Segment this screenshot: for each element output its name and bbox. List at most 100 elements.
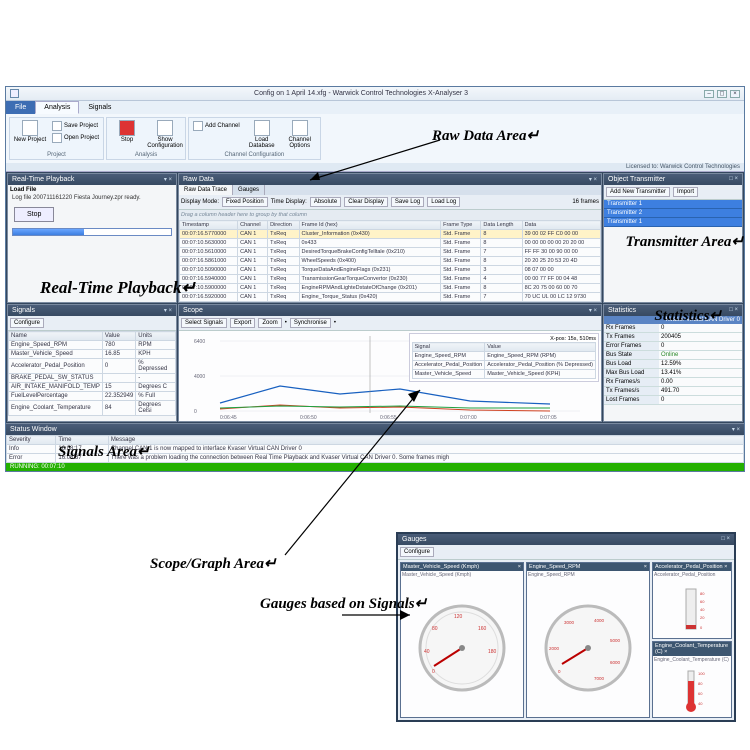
col-header[interactable]: Severity (7, 436, 56, 445)
panel-status: Status Window ▾ × SeverityTimeMessageInfo… (6, 423, 744, 471)
show-config-button[interactable]: Show Configuration (148, 120, 182, 149)
list-item[interactable]: Transmitter 1 (604, 200, 742, 209)
playback-progress[interactable] (12, 228, 172, 236)
col-header[interactable]: Frame Type (441, 221, 481, 230)
table-row[interactable]: Master_Vehicle_Speed16.85KPH (9, 350, 176, 359)
col-header[interactable]: Data Length (481, 221, 522, 230)
panel-close-icon[interactable]: ▾ × (732, 426, 740, 433)
table-row[interactable]: BRAKE_PEDAL_SW_STATUS- (9, 374, 176, 383)
gauge-sub: Master_Vehicle_Speed (Kmph) (401, 571, 523, 579)
stop-icon (119, 120, 135, 136)
panel-close-icon[interactable]: □ × (729, 307, 738, 314)
table-row[interactable]: Info16:08:17Channel CAN 1 is now mapped … (7, 445, 744, 454)
channel-options-button[interactable]: Channel Options (283, 120, 317, 149)
table-row[interactable]: Error16:08:37There was a problem loading… (7, 454, 744, 463)
list-item[interactable]: Transmitter 2 (604, 209, 742, 218)
tab-signals[interactable]: Signals (79, 101, 120, 114)
table-row[interactable]: Engine_Coolant_Temperature84Degrees Cels… (9, 401, 176, 416)
svg-text:6000: 6000 (610, 660, 621, 665)
panel-close-icon[interactable]: ▾ × (589, 307, 597, 314)
folder-icon (52, 133, 62, 143)
tab-analysis[interactable]: Analysis (35, 101, 79, 114)
table-row[interactable]: 00:07:10.5900000CAN 1TxReqEngineRPMAndLi… (180, 284, 601, 293)
svg-text:6400: 6400 (194, 339, 205, 345)
configure-button[interactable]: Configure (400, 547, 434, 557)
gauge-header[interactable]: Engine_Coolant_Temperature (C) × (653, 642, 731, 656)
col-header[interactable]: Channel (238, 221, 268, 230)
table-row[interactable]: 00:07:10.5610000CAN 1TxReqDesiredTorqueB… (180, 248, 601, 257)
zoom-button[interactable]: Zoom (258, 318, 281, 328)
panel-close-icon[interactable]: ▾ × (164, 176, 172, 183)
load-log-button[interactable]: Load Log (427, 197, 460, 207)
table-row[interactable]: 00:07:16.5920000CAN 1TxReqEngine_Torque_… (180, 293, 601, 302)
col-header[interactable]: Name (9, 332, 103, 341)
svg-text:180: 180 (488, 649, 497, 655)
group-hint[interactable]: Drag a column header here to group by th… (179, 210, 601, 220)
tab-file[interactable]: File (6, 101, 35, 114)
configure-button[interactable]: Configure (10, 318, 44, 328)
table-row[interactable]: Accelerator_Pedal_Position0% Depressed (9, 359, 176, 374)
col-header[interactable]: Data (522, 221, 600, 230)
tab-gauges[interactable]: Gauges (233, 185, 265, 195)
col-header[interactable]: Units (136, 332, 176, 341)
stop-button[interactable]: Stop (110, 120, 144, 143)
license-line: Licensed to: Warwick Control Technologie… (6, 163, 744, 171)
group-label: Analysis (107, 152, 185, 158)
gauge-header[interactable]: Accelerator_Pedal_Position × (653, 563, 731, 571)
col-header[interactable]: Direction (268, 221, 299, 230)
table-row[interactable]: Engine_Speed_RPM780RPM (9, 341, 176, 350)
frame-count: 16 frames (572, 199, 599, 205)
export-button[interactable]: Export (230, 318, 255, 328)
playback-message: Log file 200711161220 Fiesta Journey.zpr… (10, 193, 174, 203)
panel-close-icon[interactable]: □ × (729, 176, 738, 183)
panel-title: Raw Data (183, 176, 214, 183)
svg-text:0:07:00: 0:07:00 (460, 415, 477, 421)
time-display-select[interactable]: Absolute (310, 197, 341, 207)
display-mode-select[interactable]: Fixed Position (222, 197, 268, 207)
save-project-button[interactable]: Save Project (51, 120, 100, 132)
ribbon: File Analysis Signals New Project Save P… (6, 101, 744, 172)
document-icon (22, 120, 38, 136)
col-header[interactable]: Frame Id (hex) (299, 221, 441, 230)
clear-display-button[interactable]: Clear Display (344, 197, 388, 207)
new-project-button[interactable]: New Project (13, 120, 47, 143)
save-log-button[interactable]: Save Log (391, 197, 424, 207)
maximize-icon[interactable]: ◻ (717, 90, 727, 98)
import-button[interactable]: Import (673, 187, 698, 197)
gauge-header[interactable]: Engine_Speed_RPM × (527, 563, 649, 571)
gauge-header[interactable]: Master_Vehicle_Speed (Kmph) × (401, 563, 523, 571)
minimize-icon[interactable]: – (704, 90, 714, 98)
titlebar: Config on 1 April 14.xfg - Warwick Contr… (6, 87, 744, 101)
list-item[interactable]: Transmitter 1 (604, 218, 742, 227)
playback-stop-button[interactable]: Stop (14, 207, 54, 222)
table-row[interactable]: 00:07:10.5630000CAN 1TxReq0x433Std. Fram… (180, 239, 601, 248)
close-icon[interactable]: × (730, 90, 740, 98)
panel-title: Status Window (10, 426, 57, 433)
panel-close-icon[interactable]: ▾ × (164, 307, 172, 314)
table-row[interactable]: 00:07:16.5861000CAN 1TxReqWheelSpeeds (0… (180, 257, 601, 266)
tab-raw-trace[interactable]: Raw Data Trace (179, 185, 233, 195)
add-channel-button[interactable]: Add Channel (192, 120, 241, 132)
panel-close-icon[interactable]: ▾ × (589, 176, 597, 183)
col-header[interactable]: Value (102, 332, 135, 341)
legend-row: Master_Vehicle_SpeedMaster_Vehicle_Speed… (412, 370, 595, 379)
window-title: Config on 1 April 14.xfg - Warwick Contr… (254, 90, 468, 97)
open-project-button[interactable]: Open Project (51, 132, 100, 144)
col-header[interactable]: Time (56, 436, 108, 445)
table-row[interactable]: 00:07:16.5940000CAN 1TxReqTransmissionGe… (180, 275, 601, 284)
col-header[interactable]: Message (108, 436, 743, 445)
table-row[interactable]: 00:07:10.5090000CAN 1TxReqTorqueDataAndE… (180, 266, 601, 275)
table-row[interactable]: 00:07:16.5770000CAN 1TxReqCluster_Inform… (180, 230, 601, 239)
panel-close-icon[interactable]: □ × (721, 536, 730, 543)
table-row[interactable]: AIR_INTAKE_MANIFOLD_TEMP15Degrees C (9, 383, 176, 392)
select-signals-button[interactable]: Select Signals (181, 318, 227, 328)
add-transmitter-button[interactable]: Add New Transmitter (606, 187, 670, 197)
col-header[interactable]: Timestamp (180, 221, 238, 230)
scope-chart[interactable]: 6400 4000 0 0:06:450:06:500:06:550:07:00… (179, 331, 601, 421)
svg-text:40: 40 (424, 649, 430, 655)
table-row[interactable]: FuelLevelPercentage22.352949% Full (9, 392, 176, 401)
panel-playback: Real-Time Playback▾ × Load File Log file… (7, 173, 177, 303)
synchronise-button[interactable]: Synchronise (290, 318, 331, 328)
svg-text:80: 80 (700, 591, 705, 596)
load-database-button[interactable]: Load Database (245, 120, 279, 149)
